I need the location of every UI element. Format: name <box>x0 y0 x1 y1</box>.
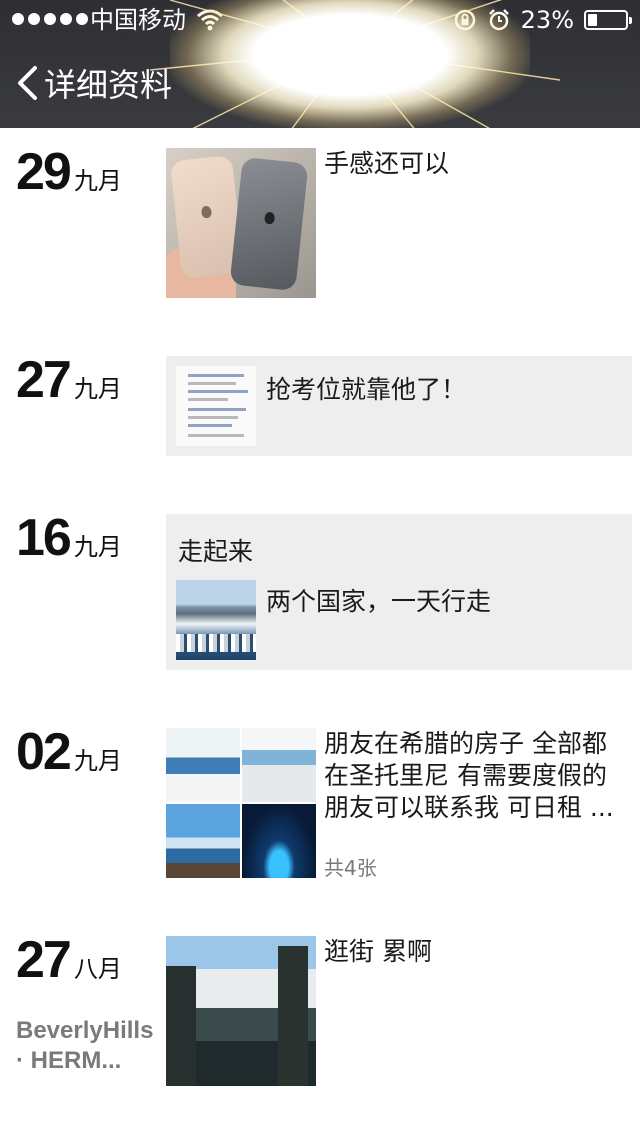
post-date: 16 九月 <box>16 508 156 568</box>
shared-link-title: 两个国家，一天行走 <box>266 587 492 616</box>
post-month: 九月 <box>73 747 122 775</box>
post-caption: 朋友在希腊的房子 全部都在圣托里尼 有需要度假的朋友可以联系我 可日租 ... <box>324 729 614 822</box>
two-phones-photo[interactable] <box>166 148 316 298</box>
post-date: 02 九月 <box>16 722 156 782</box>
post-location[interactable]: BeverlyHills · HERM... <box>16 1016 156 1076</box>
signal-dots-icon <box>12 13 88 25</box>
shared-link-card[interactable]: 抢考位就靠他了！ <box>166 356 632 456</box>
house-photo <box>166 728 240 802</box>
post-caption: 逛街 累啊 <box>324 937 432 966</box>
post-month: 九月 <box>73 167 122 195</box>
post-month: 九月 <box>73 533 122 561</box>
battery-percent: 23% <box>520 6 574 34</box>
shared-link-title: 抢考位就靠他了！ <box>266 375 467 404</box>
back-button[interactable]: 详细资料 <box>16 60 172 106</box>
post-caption: 手感还可以 <box>324 149 450 178</box>
house-photo <box>166 804 240 878</box>
status-bar: 中国移动 23% <box>0 0 640 40</box>
post-date: 27 八月 BeverlyHills · HERM... <box>16 930 156 1076</box>
post-month: 九月 <box>73 375 122 403</box>
battery-icon <box>584 10 632 30</box>
post-day: 27 <box>16 931 72 989</box>
post-day: 16 <box>16 509 72 567</box>
header: 中国移动 23% 详细资料 <box>0 0 640 128</box>
post-date: 27 九月 <box>16 350 156 410</box>
nav-bar: 详细资料 <box>0 44 640 128</box>
photo-count: 共4张 <box>324 856 377 880</box>
chevron-left-icon <box>18 66 37 100</box>
back-label: 详细资料 <box>44 66 173 104</box>
tree-shape <box>278 946 308 1086</box>
gray-phone <box>229 156 309 292</box>
post-date: 29 九月 <box>16 142 156 202</box>
house-photo <box>242 804 316 878</box>
post-day: 27 <box>16 351 72 409</box>
status-right: 23% <box>453 0 632 40</box>
post-caption: 走起来 <box>178 537 254 566</box>
wifi-icon <box>197 9 223 31</box>
building-shape <box>166 966 196 1086</box>
post-day: 29 <box>16 143 72 201</box>
carrier-label: 中国移动 <box>90 6 186 34</box>
chat-screenshot-thumbnail <box>176 366 256 446</box>
house-photo <box>242 728 316 802</box>
rotation-lock-icon <box>454 9 475 31</box>
post-month: 八月 <box>73 955 122 983</box>
post-day: 02 <box>16 723 72 781</box>
street-photo[interactable] <box>166 936 316 1086</box>
harbor-photo <box>176 580 256 660</box>
alarm-icon <box>488 9 509 31</box>
shared-link-card[interactable]: 走起来 两个国家，一天行走 <box>166 514 632 670</box>
